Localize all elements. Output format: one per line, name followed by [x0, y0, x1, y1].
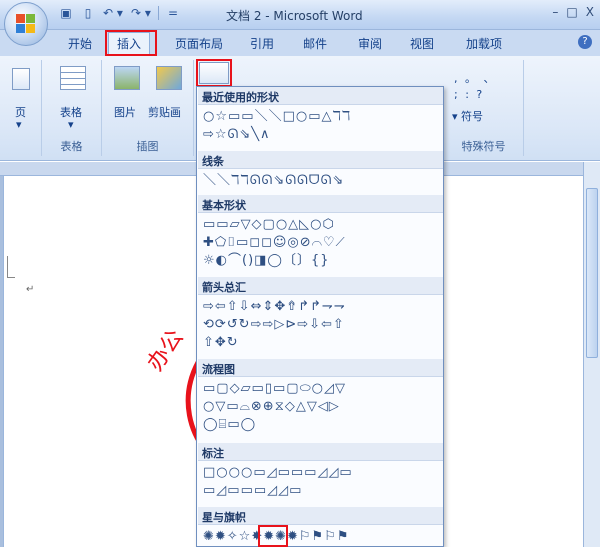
tables-group: 表格 ▾ 表格 [42, 60, 102, 156]
tab-addins[interactable]: 加载项 [466, 35, 502, 52]
special-chars-row-1[interactable]: , 。 、 [454, 70, 497, 86]
new-document-icon[interactable]: ▯ [80, 5, 96, 21]
shapes-button-highlight [196, 59, 232, 87]
pages-group: 页 ▾ [0, 60, 42, 156]
clipart-button-label[interactable]: 剪贴画 [148, 104, 181, 120]
lines-row[interactable]: ＼＼ℸℸᘏᘏ⇘ᘏᘏᗜᘏ⇘ [203, 173, 344, 189]
shapes-dropdown: 最近使用的形状 ○☆▭▭＼＼□○▭△ℸℸ ⇨☆ᘏ⇘╲∧ 线条 ＼＼ℸℸᘏᘏ⇘ᘏᘏ… [196, 86, 444, 547]
office-button[interactable] [4, 2, 48, 46]
save-icon[interactable]: ▣ [58, 5, 74, 21]
block-arrows-row[interactable]: ⟲⟳↺↻⇨⇨▷⊳⇨⇩⇦⇧ [203, 317, 345, 333]
section-recent-shapes: 最近使用的形状 [198, 87, 443, 105]
flowchart-row[interactable]: ▭▢◇▱▭▯▭▢⬭○◿▽ [203, 381, 346, 397]
picture-button-label[interactable]: 图片 [114, 104, 136, 120]
minimize-button[interactable]: – [552, 5, 558, 19]
callouts-row[interactable]: ▭◿▭▭▭◿◿▭ [203, 483, 302, 499]
illustrations-group: 图片 剪贴画 插图 [102, 60, 194, 156]
callouts-row[interactable]: □○○○▭◿▭▭▭◿◿▭ [203, 465, 353, 481]
illustrations-group-label: 插图 [136, 140, 159, 153]
ribbon-tabs: 开始 插入 页面布局 引用 邮件 审阅 视图 加载项 [0, 30, 600, 56]
title-bar: ▣ ▯ ↶ ▾ ↷ ▾ = 文档 2 - Microsoft Word – □ … [0, 0, 600, 30]
close-button[interactable]: X [586, 5, 594, 19]
help-icon[interactable]: ? [578, 35, 592, 49]
redo-icon[interactable]: ↷ ▾ [130, 5, 152, 21]
section-flowchart: 流程图 [198, 359, 443, 377]
basic-shapes-row[interactable]: ☼◐⌒()◨◯〔〕{} [203, 253, 330, 269]
section-callouts: 标注 [198, 443, 443, 461]
block-arrows-row[interactable]: ⇧✥↻ [203, 335, 239, 351]
special-symbols-group-label: 特殊符号 [461, 140, 506, 153]
vertical-scrollbar[interactable] [583, 162, 600, 547]
customize-icon[interactable]: = [165, 5, 181, 21]
page-icon[interactable] [12, 68, 30, 90]
table-icon[interactable] [60, 66, 86, 90]
tab-review[interactable]: 审阅 [358, 35, 382, 52]
section-block-arrows: 箭头总汇 [198, 277, 443, 295]
block-arrows-row[interactable]: ⇨⇦⇧⇩⇔⇕✥⇮↱↱⇁⇁ [203, 299, 346, 315]
window-title: 文档 2 - Microsoft Word [226, 9, 363, 23]
symbol-button-label[interactable]: ▾ 符号 [452, 108, 483, 124]
maximize-button[interactable]: □ [566, 5, 577, 19]
special-chars-row-2[interactable]: ; : ? [454, 88, 484, 101]
section-lines: 线条 [198, 151, 443, 169]
flowchart-row[interactable]: ◯⌸▭◯ [203, 417, 256, 433]
scrollbar-thumb[interactable] [586, 188, 598, 358]
flowchart-row[interactable]: ○▽▭⌓⊗⊕⧖◇△▽◁▷ [203, 399, 340, 415]
margin-corner-mark [7, 256, 15, 278]
tables-group-label: 表格 [60, 140, 83, 153]
clipart-icon[interactable] [156, 66, 182, 90]
insert-tab-highlight [105, 30, 157, 56]
window-controls: – □ X [552, 5, 594, 19]
tab-view[interactable]: 视图 [410, 35, 434, 52]
undo-icon[interactable]: ↶ ▾ [102, 5, 124, 21]
recent-shapes-row[interactable]: ○☆▭▭＼＼□○▭△ℸℸ [203, 109, 351, 125]
basic-shapes-row[interactable]: ▭▭▱▽◇▢○△◺○⬡ [203, 217, 335, 233]
tab-home[interactable]: 开始 [68, 35, 92, 52]
quick-access-toolbar: ▣ ▯ ↶ ▾ ↷ ▾ = [58, 5, 181, 21]
page-dropdown-icon[interactable]: ▾ [16, 118, 22, 131]
qat-separator [158, 6, 159, 20]
section-basic-shapes: 基本形状 [198, 195, 443, 213]
special-symbols-group: , 。 、 ; : ? ▾ 符号 特殊符号 [444, 60, 524, 156]
section-stars-banners: 星与旗帜 [198, 507, 443, 525]
picture-icon[interactable] [114, 66, 140, 90]
recent-shapes-row[interactable]: ⇨☆ᘏ⇘╲∧ [203, 127, 271, 143]
office-logo-icon [16, 14, 36, 34]
basic-shapes-row[interactable]: ✚⬠⌷▭◻◻☺◎⊘⌒♡⟋ [203, 235, 346, 251]
paragraph-mark: ↵ [26, 284, 35, 295]
tab-page-layout[interactable]: 页面布局 [175, 35, 223, 52]
star-shape-highlight [258, 525, 288, 547]
tab-mailings[interactable]: 邮件 [303, 35, 327, 52]
tab-references[interactable]: 引用 [250, 35, 274, 52]
table-dropdown-icon[interactable]: ▾ [68, 118, 74, 131]
